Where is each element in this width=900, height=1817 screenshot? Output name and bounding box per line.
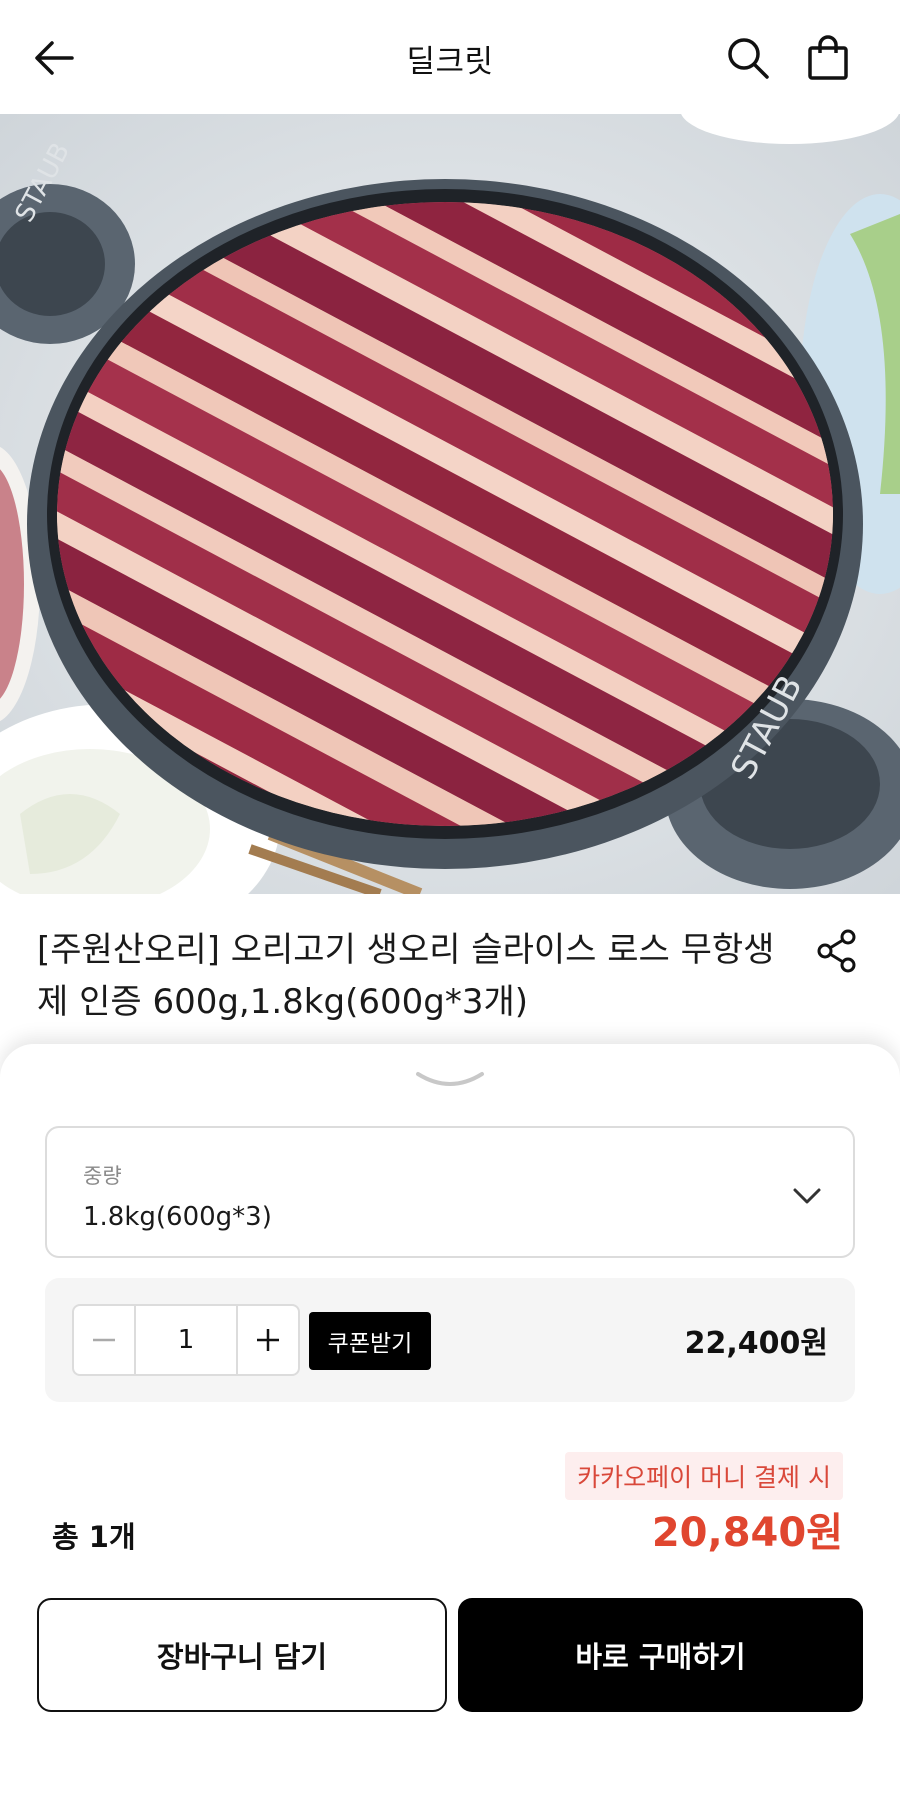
product-info: [주원산오리] 오리고기 생오리 슬라이스 로스 무항생제 인증 600g,1.… — [0, 894, 900, 1044]
cart-button[interactable] — [800, 30, 856, 86]
weight-option-select[interactable]: 중량 1.8kg(600g*3) — [45, 1126, 855, 1258]
product-detail-page: 딜크릿 STAUB STAUB [주원산오리] 오리고기 생오리 슬라이스 로스… — [0, 0, 900, 1817]
quantity-stepper: 1 — [72, 1304, 300, 1376]
product-title: [주원산오리] 오리고기 생오리 슬라이스 로스 무항생제 인증 600g,1.… — [37, 930, 775, 1022]
minus-icon — [93, 1338, 115, 1342]
quantity-value[interactable]: 1 — [134, 1306, 238, 1374]
purchase-bottom-sheet: 중량 1.8kg(600g*3) 1 쿠폰받기 22,400원 카카오페이 머니… — [0, 1044, 900, 1817]
product-image: STAUB STAUB — [0, 114, 900, 894]
shopping-bag-icon — [808, 35, 848, 80]
option-label: 중량 — [83, 1164, 122, 1188]
payment-discount-badge: 카카오페이 머니 결제 시 — [565, 1452, 843, 1500]
chevron-down-icon — [416, 1072, 484, 1086]
buy-now-button[interactable]: 바로 구매하기 — [458, 1598, 863, 1712]
quantity-row: 1 쿠폰받기 22,400원 — [45, 1278, 855, 1402]
search-button[interactable] — [720, 30, 776, 86]
total-count: 총 1개 — [52, 1520, 136, 1554]
search-icon — [728, 38, 769, 79]
line-price: 22,400원 — [684, 1326, 828, 1361]
total-price: 20,840원 — [651, 1510, 843, 1556]
decrease-button[interactable] — [74, 1306, 134, 1374]
sheet-collapse-handle[interactable] — [410, 1066, 490, 1094]
share-button[interactable] — [810, 924, 864, 978]
share-icon — [817, 929, 856, 973]
coupon-button[interactable]: 쿠폰받기 — [309, 1312, 431, 1370]
add-to-cart-button[interactable]: 장바구니 담기 — [37, 1598, 447, 1712]
app-header: 딜크릿 — [0, 0, 900, 114]
option-value: 1.8kg(600g*3) — [83, 1202, 272, 1232]
plus-icon — [257, 1329, 279, 1351]
increase-button[interactable] — [238, 1306, 298, 1374]
chevron-down-icon — [787, 1176, 827, 1216]
